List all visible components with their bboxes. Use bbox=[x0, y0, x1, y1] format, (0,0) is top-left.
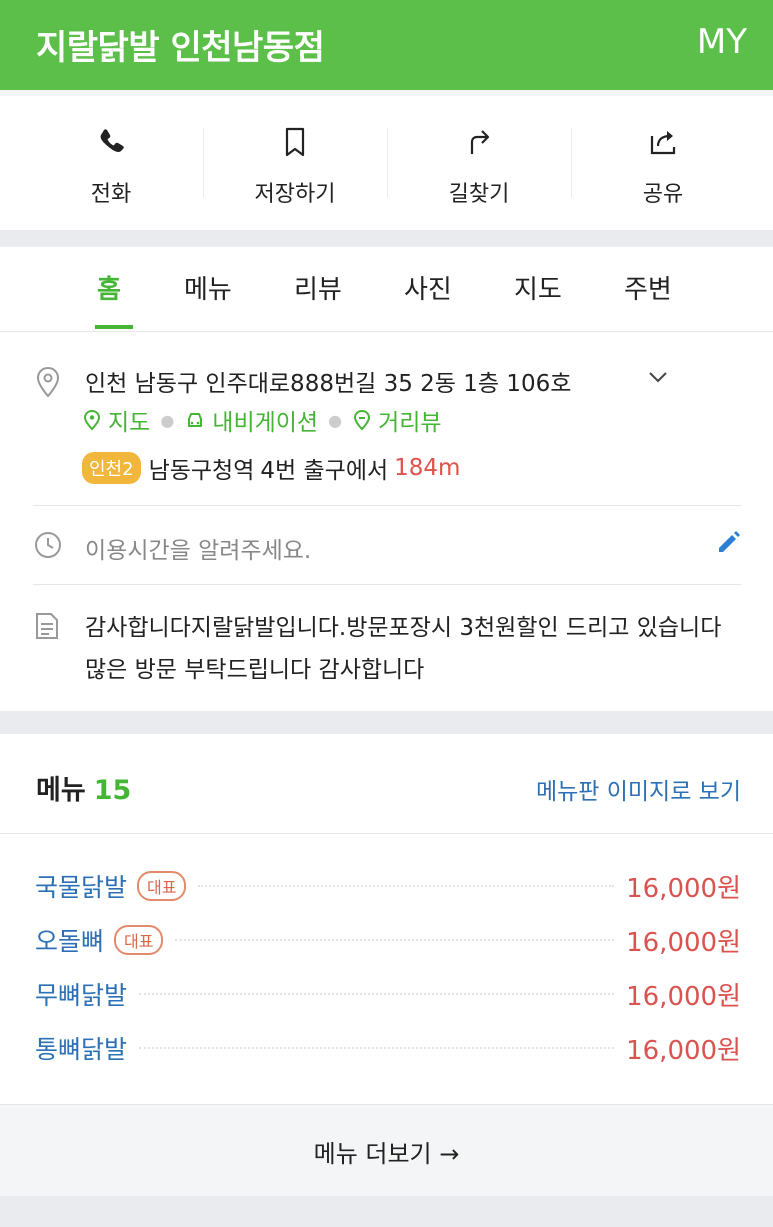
streetview-pin-icon bbox=[354, 409, 371, 431]
description-text: 감사합니다지랄닭발입니다.방문포장시 3천원할인 드리고 있습니다 많은 방문 … bbox=[85, 615, 722, 683]
active-tab-indicator bbox=[95, 325, 133, 329]
page-title: 지랄닭발 인천남동점 bbox=[36, 28, 325, 68]
tab-nearby[interactable]: 주변 bbox=[624, 269, 672, 306]
menu-item-price: 16,000원 bbox=[626, 981, 741, 1012]
subway-info: 인천2 남동구청역 4번 출구에서 184m bbox=[82, 451, 460, 485]
map-pin-icon bbox=[83, 409, 101, 431]
dotted-leader bbox=[139, 1047, 615, 1049]
menu-item-name: 국물닭발 bbox=[35, 873, 128, 902]
menu-item-name: 오돌뼈 bbox=[35, 927, 105, 956]
hours-placeholder: 이용시간을 알려주세요. bbox=[85, 538, 312, 564]
streetview-link-label: 거리뷰 bbox=[378, 410, 442, 436]
streetview-link[interactable]: 거리뷰 bbox=[352, 403, 442, 437]
action-bar: 전화 저장하기 길찾기 공유 bbox=[0, 90, 773, 230]
separator-dot: ● bbox=[160, 410, 175, 430]
share-label: 공유 bbox=[642, 182, 684, 207]
menu-item-price: 16,000원 bbox=[626, 873, 741, 904]
distance-text: 184m bbox=[394, 455, 461, 481]
menu-item-price: 16,000원 bbox=[626, 927, 741, 958]
tab-bar: 홈 메뉴 리뷰 사진 지도 주변 bbox=[0, 247, 773, 332]
directions-label: 길찾기 bbox=[448, 182, 510, 207]
menu-heading: 메뉴 15 bbox=[36, 768, 131, 807]
menu-item[interactable]: 통뼈닭발 16,000원 bbox=[35, 1028, 741, 1068]
menu-more-label: 메뉴 더보기 → bbox=[313, 1140, 460, 1168]
save-label: 저장하기 bbox=[254, 182, 336, 207]
navigation-link-label: 내비게이션 bbox=[212, 410, 319, 436]
edit-pencil-icon[interactable] bbox=[714, 529, 742, 557]
menu-item-price: 16,000원 bbox=[626, 1035, 741, 1066]
representative-badge: 대표 bbox=[137, 871, 187, 901]
description-doc-icon bbox=[36, 613, 58, 639]
menu-item[interactable]: 무뼈닭발 16,000원 bbox=[35, 974, 741, 1014]
location-pin-icon bbox=[36, 366, 60, 398]
station-name[interactable]: 남동구청역 bbox=[149, 451, 255, 485]
share-button[interactable]: 공유 bbox=[571, 96, 755, 230]
directions-button[interactable]: 길찾기 bbox=[387, 96, 571, 230]
dotted-leader bbox=[175, 939, 615, 941]
representative-badge: 대표 bbox=[114, 925, 164, 955]
subway-line-badge: 인천2 bbox=[82, 452, 141, 484]
menu-item[interactable]: 오돌뼈 대표 16,000원 bbox=[35, 920, 741, 960]
share-icon bbox=[650, 131, 676, 155]
menu-count: 15 bbox=[93, 775, 132, 806]
app-header: 지랄닭발 인천남동점 MY bbox=[0, 0, 773, 90]
tab-map[interactable]: 지도 bbox=[514, 269, 562, 306]
call-label: 전화 bbox=[90, 182, 132, 207]
map-link[interactable]: 지도 bbox=[82, 403, 150, 437]
place-info-section: 홈 메뉴 리뷰 사진 지도 주변 인천 남동구 인주대로888번길 35 2동 … bbox=[0, 247, 773, 711]
menu-item-name: 무뼈닭발 bbox=[35, 981, 128, 1010]
menu-board-image-link[interactable]: 메뉴판 이미지로 보기 bbox=[536, 772, 741, 806]
save-button[interactable]: 저장하기 bbox=[203, 96, 387, 230]
car-icon bbox=[188, 413, 203, 427]
tab-photo[interactable]: 사진 bbox=[404, 269, 452, 306]
exit-text: 4번 출구에서 bbox=[260, 458, 389, 484]
tab-menu[interactable]: 메뉴 bbox=[184, 269, 232, 306]
location-links: 지도 ● 내비게이션 ● 거리뷰 bbox=[82, 403, 442, 437]
phone-icon bbox=[100, 129, 124, 152]
call-button[interactable]: 전화 bbox=[19, 96, 203, 230]
menu-heading-label: 메뉴 bbox=[36, 775, 86, 806]
dotted-leader bbox=[139, 993, 615, 995]
menu-item-name: 통뼈닭발 bbox=[35, 1035, 128, 1064]
bookmark-icon bbox=[285, 127, 305, 157]
separator-dot: ● bbox=[328, 410, 343, 430]
address-text: 인천 남동구 인주대로888번길 35 2동 1층 106호 bbox=[85, 371, 572, 397]
tab-home[interactable]: 홈 bbox=[97, 269, 121, 306]
dotted-leader bbox=[198, 885, 615, 887]
navigation-link[interactable]: 내비게이션 bbox=[184, 403, 318, 437]
map-link-label: 지도 bbox=[108, 410, 151, 436]
chevron-down-icon[interactable] bbox=[648, 370, 668, 384]
tab-review[interactable]: 리뷰 bbox=[294, 269, 342, 306]
directions-icon bbox=[470, 130, 490, 154]
menu-header: 메뉴 15 메뉴판 이미지로 보기 bbox=[0, 734, 773, 834]
menu-more-button[interactable]: 메뉴 더보기 → bbox=[0, 1104, 773, 1196]
divider bbox=[33, 505, 741, 506]
my-button[interactable]: MY bbox=[697, 22, 747, 62]
menu-item[interactable]: 국물닭발 대표 16,000원 bbox=[35, 866, 741, 906]
menu-section: 메뉴 15 메뉴판 이미지로 보기 국물닭발 대표 16,000원 오돌뼈 대표 … bbox=[0, 734, 773, 1196]
clock-icon bbox=[35, 532, 61, 558]
divider bbox=[33, 584, 741, 585]
